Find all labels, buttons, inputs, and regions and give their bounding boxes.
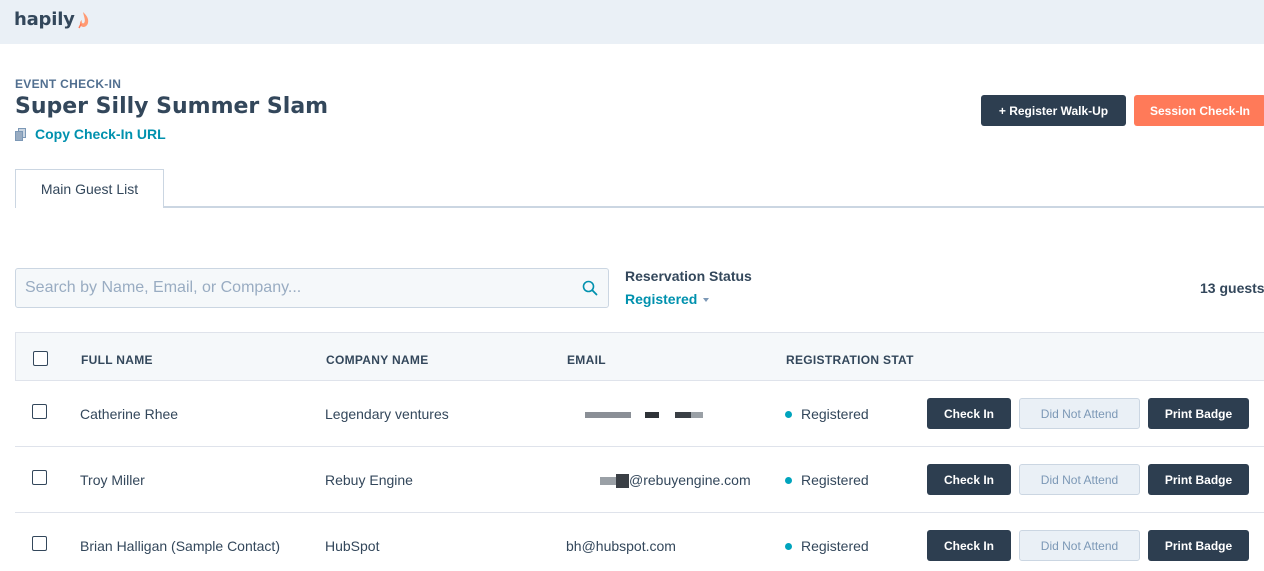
- redacted-email-block: [675, 412, 691, 419]
- page-title: Super Silly Summer Slam: [15, 94, 329, 119]
- registration-status-label: Registered: [801, 406, 869, 422]
- status-dot-icon: [785, 542, 792, 550]
- row-checkbox[interactable]: [32, 536, 47, 551]
- redacted-email-block: [616, 474, 629, 489]
- tab-divider: [164, 206, 1264, 208]
- reservation-status-value: Registered: [625, 291, 698, 307]
- table-header: FULL NAME COMPANY NAME EMAIL REGISTRATIO…: [15, 332, 1264, 381]
- column-header-full-name[interactable]: FULL NAME: [81, 353, 153, 367]
- copy-icon: [15, 127, 26, 141]
- tab-main-guest-list[interactable]: Main Guest List: [15, 169, 164, 208]
- page-eyebrow: EVENT CHECK-IN: [15, 77, 122, 91]
- guest-count: 13 guests: [1200, 280, 1264, 296]
- print-badge-button[interactable]: Print Badge: [1148, 464, 1249, 495]
- check-in-button[interactable]: Check In: [927, 398, 1011, 429]
- top-bar: hapily: [0, 0, 1264, 44]
- reservation-status-dropdown[interactable]: Registered: [625, 291, 710, 307]
- status-dot-icon: [785, 476, 792, 484]
- check-in-button[interactable]: Check In: [927, 464, 1011, 495]
- guest-company: Rebuy Engine: [325, 472, 413, 488]
- registration-status: Registered: [785, 538, 869, 554]
- table-row: Brian Halligan (Sample Contact) HubSpot …: [15, 513, 1264, 571]
- status-dot-icon: [785, 410, 792, 418]
- chevron-down-icon: [703, 297, 710, 302]
- redacted-email-gap: [659, 412, 675, 418]
- register-walk-up-button[interactable]: + Register Walk-Up: [981, 95, 1126, 126]
- redacted-email-block: [645, 412, 659, 419]
- row-checkbox[interactable]: [32, 404, 47, 419]
- session-check-in-button[interactable]: Session Check-In: [1134, 95, 1264, 126]
- table-row: Catherine Rhee Legendary ventures Regist…: [15, 381, 1264, 447]
- redacted-email-block: [600, 477, 616, 486]
- row-checkbox[interactable]: [32, 470, 47, 485]
- search-input[interactable]: [25, 269, 565, 307]
- did-not-attend-button[interactable]: Did Not Attend: [1019, 530, 1140, 561]
- print-badge-button[interactable]: Print Badge: [1148, 398, 1249, 429]
- copy-check-in-url-label: Copy Check-In URL: [35, 126, 166, 142]
- did-not-attend-button[interactable]: Did Not Attend: [1019, 398, 1140, 429]
- guest-email: bh@hubspot.com: [566, 538, 676, 554]
- select-all-checkbox[interactable]: [33, 351, 48, 366]
- registration-status: Registered: [785, 472, 869, 488]
- column-header-registration-status[interactable]: REGISTRATION STAT: [786, 353, 914, 367]
- did-not-attend-button[interactable]: Did Not Attend: [1019, 464, 1140, 495]
- logo-flame-icon: [78, 12, 89, 29]
- registration-status-label: Registered: [801, 472, 869, 488]
- redacted-email-block: [691, 412, 703, 419]
- guest-name: Brian Halligan (Sample Contact): [80, 538, 280, 554]
- guest-company: Legendary ventures: [325, 406, 449, 422]
- reservation-status-label: Reservation Status: [625, 268, 752, 284]
- guest-name: Catherine Rhee: [80, 406, 179, 422]
- redacted-email-block: [585, 412, 631, 419]
- redacted-email-gap: [631, 412, 645, 418]
- check-in-button[interactable]: Check In: [927, 530, 1011, 561]
- guest-email-text: @rebuyengine.com: [629, 472, 751, 488]
- column-header-company-name[interactable]: COMPANY NAME: [326, 353, 429, 367]
- table-row: Troy Miller Rebuy Engine @rebuyengine.co…: [15, 447, 1264, 513]
- registration-status: Registered: [785, 406, 869, 422]
- guest-email: @rebuyengine.com: [600, 472, 751, 489]
- guest-name: Troy Miller: [80, 472, 145, 488]
- copy-check-in-url-link[interactable]: Copy Check-In URL: [15, 126, 166, 142]
- registration-status-label: Registered: [801, 538, 869, 554]
- column-header-email[interactable]: EMAIL: [567, 353, 606, 367]
- search-box: [15, 268, 609, 308]
- app-logo[interactable]: hapily: [14, 9, 75, 30]
- guest-email: [585, 406, 703, 422]
- guest-company: HubSpot: [325, 538, 380, 554]
- print-badge-button[interactable]: Print Badge: [1148, 530, 1249, 561]
- search-icon[interactable]: [582, 280, 598, 296]
